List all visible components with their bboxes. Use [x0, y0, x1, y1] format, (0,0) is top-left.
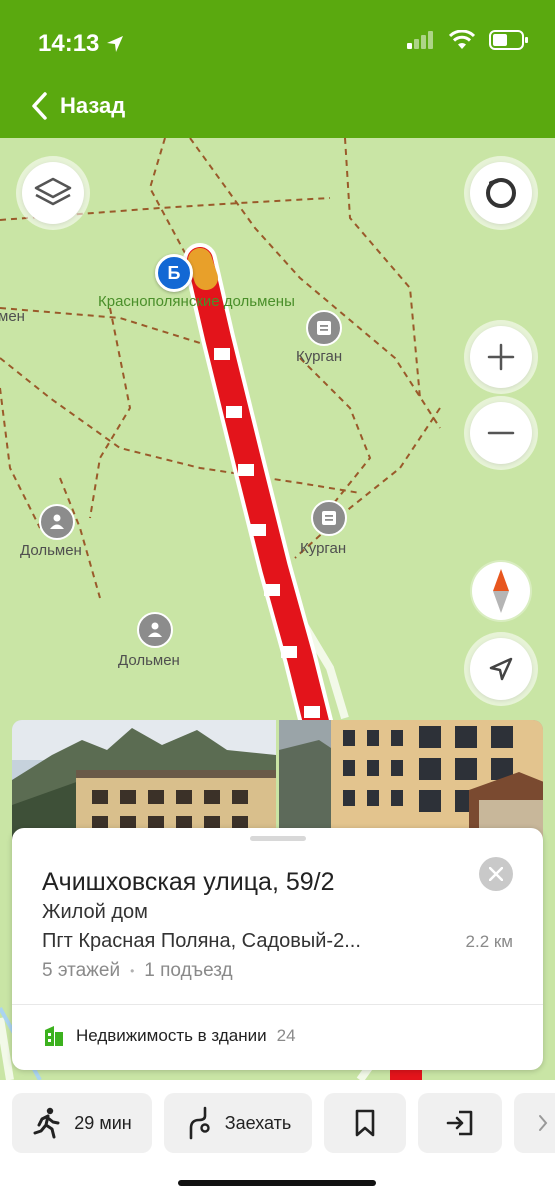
back-label: Назад: [60, 93, 126, 118]
building-meta: 5 этажей • 1 подъезд: [42, 960, 233, 982]
kurgan-label-1: Курган: [296, 348, 343, 365]
location-arrow-icon: [107, 36, 124, 52]
building-photos[interactable]: [12, 720, 543, 840]
kurgan-poi-2[interactable]: [311, 500, 347, 536]
status-icons: [407, 30, 529, 50]
dolmen-icon: [50, 514, 64, 529]
walking-route-button[interactable]: 29 мин: [12, 1093, 152, 1153]
top-bar: 14:13 Назад: [0, 0, 555, 138]
mound-icon: [317, 321, 331, 335]
bookmark-icon: [355, 1109, 375, 1137]
navigation-arrow-icon: [489, 657, 513, 681]
place-label-dolmens: Краснополянские дольмены: [98, 293, 295, 310]
status-time: 14:13: [38, 30, 125, 58]
place-address: Пгт Красная Поляна, Садовый-2...: [42, 930, 361, 952]
place-type: Жилой дом: [42, 901, 148, 923]
chevron-left-icon: [32, 92, 47, 120]
entrance-button[interactable]: [418, 1093, 502, 1153]
realty-label: Недвижимость в здании: [76, 1026, 267, 1045]
dolmen-label-2: Дольмен: [118, 652, 180, 669]
more-actions-button[interactable]: [514, 1093, 555, 1153]
realty-in-building-link[interactable]: Недвижимость в здании 24: [42, 1024, 296, 1048]
back-button[interactable]: Назад: [30, 88, 125, 124]
dolmen-label-1: Дольмен: [20, 542, 82, 559]
drive-in-label: Заехать: [224, 1112, 292, 1133]
building-photo-2[interactable]: [278, 720, 543, 840]
bookmark-button[interactable]: [324, 1093, 406, 1153]
battery-icon: [489, 30, 528, 50]
enter-door-icon: [446, 1110, 473, 1136]
realty-icon: [45, 1026, 63, 1046]
route-start-marker[interactable]: Б: [155, 254, 193, 292]
home-indicator: [178, 1180, 376, 1186]
walking-person-icon: [33, 1107, 60, 1139]
clock-time: 14:13: [38, 30, 100, 57]
route-via-icon: [189, 1106, 210, 1140]
kurgan-label-2: Курган: [300, 540, 347, 557]
photo-building-facade: [278, 720, 543, 840]
cellular-signal-icon: [407, 31, 433, 49]
dolmen-icon: [148, 622, 162, 637]
realty-count: 24: [276, 1026, 296, 1045]
dolmen-poi-2[interactable]: [137, 612, 173, 648]
my-location-button[interactable]: [470, 638, 532, 700]
mound-icon: [322, 511, 336, 525]
place-distance: 2.2 км: [465, 932, 513, 951]
layers-icon: [34, 177, 72, 206]
edge-map-label: мен: [0, 308, 25, 325]
card-divider: [12, 1004, 543, 1005]
dolmen-poi-1[interactable]: [39, 504, 75, 540]
compass-button[interactable]: [472, 562, 530, 620]
chevron-right-icon: [539, 1115, 548, 1131]
photo-building-mountains: [12, 720, 276, 840]
place-title: Ачишховская улица, 59/2: [42, 868, 335, 896]
building-photo-1[interactable]: [12, 720, 277, 840]
drive-in-button[interactable]: Заехать: [164, 1093, 312, 1153]
floors-count: 5 этажей: [42, 960, 121, 981]
minus-icon: [487, 431, 515, 435]
entrances-count: 1 подъезд: [144, 960, 233, 981]
orientation-ring-icon: [486, 178, 516, 208]
walk-time: 29 мин: [74, 1112, 132, 1133]
place-card[interactable]: Ачишховская улица, 59/2 Жилой дом Пгт Кр…: [12, 828, 543, 1070]
zoom-out-button[interactable]: [470, 402, 532, 464]
marker-letter: Б: [167, 262, 181, 283]
meta-separator: •: [130, 964, 135, 978]
kurgan-poi-1[interactable]: [306, 310, 342, 346]
close-icon: [489, 867, 503, 881]
compass-mode-button[interactable]: [470, 162, 532, 224]
zoom-in-button[interactable]: [470, 326, 532, 388]
wifi-icon: [449, 30, 475, 49]
plus-icon: [487, 343, 515, 371]
compass-needle-icon: [493, 569, 509, 613]
drag-handle[interactable]: [250, 836, 306, 841]
close-button[interactable]: [479, 857, 513, 891]
map-layers-button[interactable]: [22, 162, 84, 224]
